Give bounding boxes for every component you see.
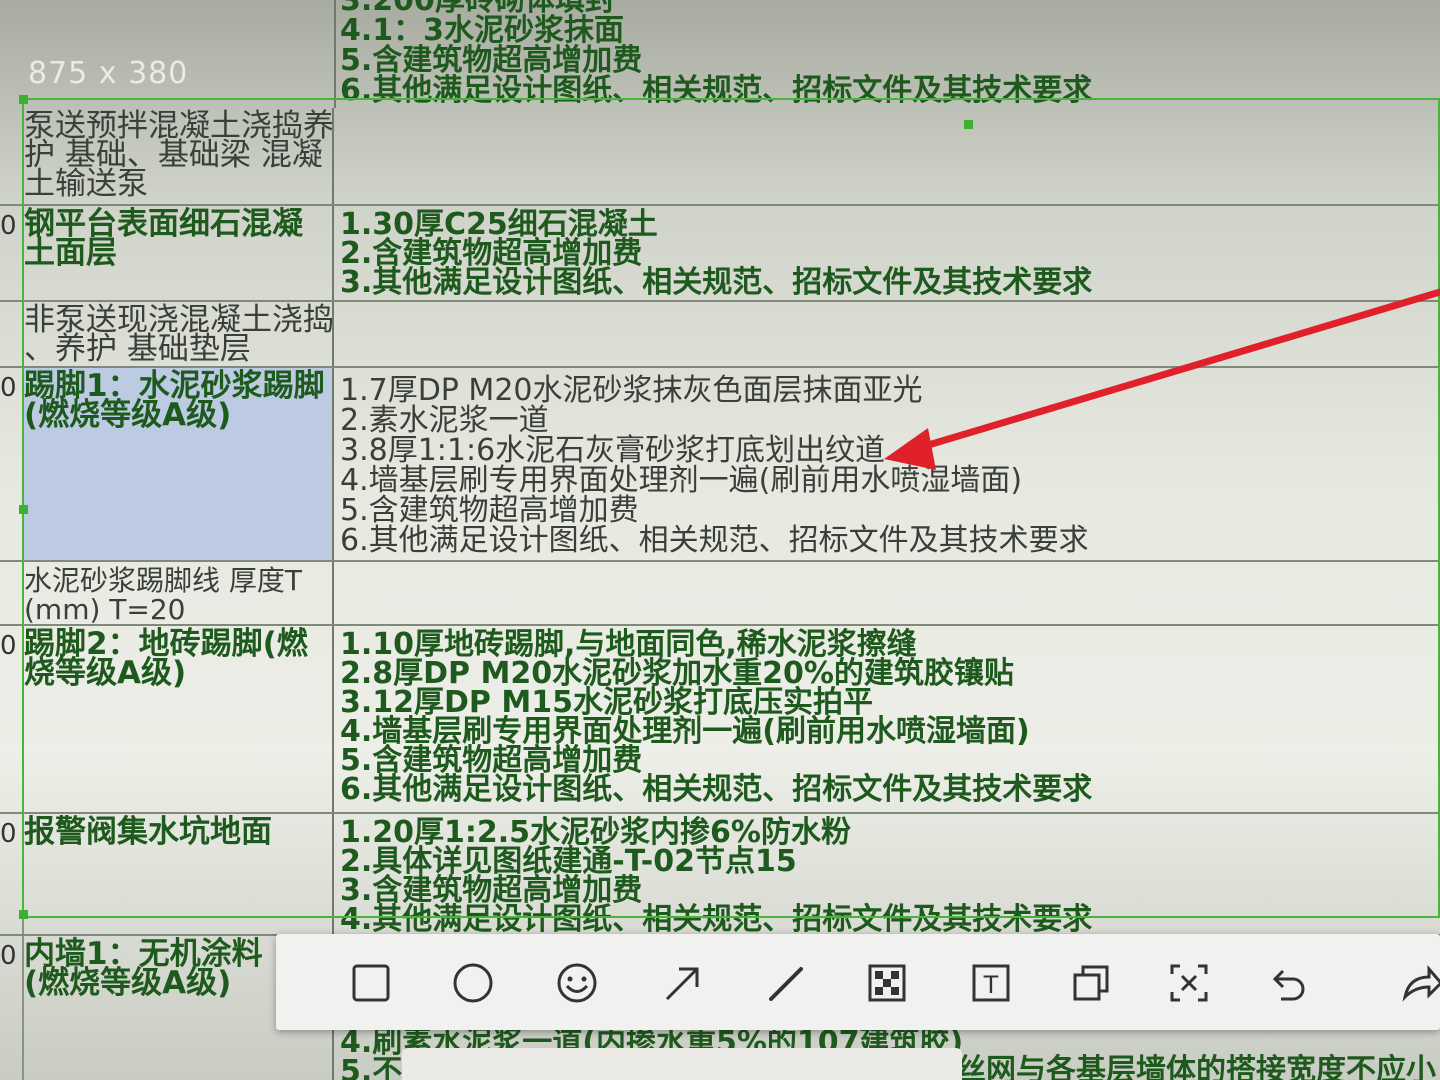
mosaic-icon[interactable] xyxy=(860,956,914,1010)
selection-size-label: 875 x 380 xyxy=(28,56,189,91)
item-name: 报警阀集水坑地面 xyxy=(24,814,272,850)
item-name: 土面层 xyxy=(24,235,117,271)
desc-line: 5.不 xyxy=(340,1054,403,1080)
emoji-icon[interactable] xyxy=(550,956,604,1010)
row-index: 0 xyxy=(0,814,24,934)
desc-line: 1.30厚C25细石混凝土 xyxy=(340,207,658,242)
row-index xyxy=(0,108,24,204)
item-name-cell[interactable]: 水泥砂浆踢脚线 厚度T (mm) T=20 xyxy=(24,562,334,624)
arrow-icon[interactable] xyxy=(656,956,710,1010)
item-name-cell[interactable]: 泵送预拌混凝土浇捣养 护 基础、基础梁 混凝 土输送泵 xyxy=(24,108,334,204)
item-name-cell[interactable]: 非泵送现浇混凝土浇捣 、养护 基础垫层 xyxy=(24,302,334,366)
desc-line: 2.素水泥浆一道 xyxy=(340,403,549,438)
desc-line: 2.含建筑物超高增加费 xyxy=(340,236,643,271)
table-row[interactable]: 0 踢脚1：水泥砂浆踢脚 (燃烧等级A级) 1.7厚DP M20水泥砂浆抹灰色面… xyxy=(0,368,1440,562)
item-name-cell[interactable]: 踢脚2：地砖踢脚(燃 烧等级A级) xyxy=(24,626,334,812)
desc-line: 2.具体详见图纸建通-T-02节点15 xyxy=(340,844,797,879)
row-index: 0 xyxy=(0,936,24,1080)
spreadsheet: 3.200厚砖砌体填封 4.1：3水泥砂浆抹面 5.含建筑物超高增加费 6.其他… xyxy=(0,0,1440,1080)
row-index: 0 xyxy=(0,368,24,560)
top-column-divider xyxy=(334,0,336,108)
top-line: 5.含建筑物超高增加费 xyxy=(340,43,643,78)
desc-line: 3.其他满足设计图纸、相关规范、招标文件及其技术要求 xyxy=(340,265,1093,300)
item-name: 土输送泵 xyxy=(24,166,148,202)
row-index xyxy=(0,562,24,624)
share-icon[interactable] xyxy=(1394,956,1440,1010)
desc-line: 丝网与各基层墙体的搭接宽度不应小于 xyxy=(956,1053,1436,1080)
desc-line: 6.其他满足设计图纸、相关规范、招标文件及其技术要求 xyxy=(340,523,1089,558)
desc-line: 6.其他满足设计图纸、相关规范、招标文件及其技术要求 xyxy=(340,772,1093,807)
rectangle-icon[interactable] xyxy=(344,956,398,1010)
svg-text:T: T xyxy=(983,971,999,999)
row-index xyxy=(0,302,24,366)
top-description: 3.200厚砖砌体填封 4.1：3水泥砂浆抹面 5.含建筑物超高增加费 6.其他… xyxy=(340,0,1092,106)
item-desc-cell[interactable]: 1.10厚地砖踢脚,与地面同色,稀水泥浆擦缝 2.8厚DP M20水泥砂浆加水重… xyxy=(336,626,1440,812)
item-name: 、养护 基础垫层 xyxy=(24,331,251,366)
item-desc-cell[interactable]: 1.20厚1:2.5水泥砂浆内掺6%防水粉 2.具体详见图纸建通-T-02节点1… xyxy=(336,814,1440,935)
table-row[interactable]: 0 报警阀集水坑地面 1.20厚1:2.5水泥砂浆内掺6%防水粉 2.具体详见图… xyxy=(0,814,1440,936)
desc-line: 2.8厚DP M20水泥砂浆加水重20%的建筑胶镶贴 xyxy=(340,656,1014,691)
desc-line: 4.墙基层刷专用界面处理剂一遍(刷前用水喷湿墙面) xyxy=(340,714,1030,749)
desc-line: 1.20厚1:2.5水泥砂浆内掺6%防水粉 xyxy=(340,815,851,850)
desc-line: 5.含建筑物超高增加费 xyxy=(340,493,639,528)
desc-line: 1.10厚地砖踢脚,与地面同色,稀水泥浆擦缝 xyxy=(340,627,917,662)
item-desc-cell[interactable]: 1.7厚DP M20水泥砂浆抹灰色面层抹面亚光 2.素水泥浆一道 3.8厚1:1… xyxy=(336,368,1440,560)
item-desc-cell[interactable] xyxy=(336,108,1440,204)
item-name-cell[interactable]: 报警阀集水坑地面 xyxy=(24,814,334,934)
item-name-cell[interactable]: 钢平台表面细石混凝 土面层 xyxy=(24,206,334,300)
secondary-toolbar xyxy=(402,1048,962,1080)
desc-line: 3.8厚1:1:6水泥石灰膏砂浆打底划出纹道 xyxy=(340,433,886,468)
ellipse-icon[interactable] xyxy=(446,956,500,1010)
item-desc-cell[interactable] xyxy=(336,302,1440,366)
desc-line: 5.含建筑物超高增加费 xyxy=(340,743,643,778)
table-row[interactable]: 水泥砂浆踢脚线 厚度T (mm) T=20 xyxy=(0,562,1440,626)
copy-icon[interactable] xyxy=(1064,956,1118,1010)
ocr-icon[interactable] xyxy=(1162,956,1216,1010)
item-name-cell-selected[interactable]: 踢脚1：水泥砂浆踢脚 (燃烧等级A级) xyxy=(24,368,334,560)
undo-icon[interactable] xyxy=(1260,956,1314,1010)
top-line: 6.其他满足设计图纸、相关规范、招标文件及其技术要求 xyxy=(340,73,1093,108)
item-name: (燃烧等级A级) xyxy=(24,397,232,433)
table-row[interactable]: 0 踢脚2：地砖踢脚(燃 烧等级A级) 1.10厚地砖踢脚,与地面同色,稀水泥浆… xyxy=(0,626,1440,814)
row-index: 0 xyxy=(0,206,24,300)
capture-toolbar: T xyxy=(276,934,1440,1030)
desc-line: 1.7厚DP M20水泥砂浆抹灰色面层抹面亚光 xyxy=(340,373,923,408)
desc-line: 4.其他满足设计图纸、相关规范、招标文件及其技术要求 xyxy=(340,902,1093,935)
row-index: 0 xyxy=(0,626,24,812)
item-name: 水泥砂浆踢脚线 厚度T xyxy=(24,564,303,597)
desc-line: 3.12厚DP M15水泥砂浆打底压实拍平 xyxy=(340,685,873,720)
item-desc-cell[interactable] xyxy=(336,562,1440,624)
item-name: (mm) T=20 xyxy=(24,593,186,624)
desc-line: 3.含建筑物超高增加费 xyxy=(340,873,643,908)
table-row[interactable]: 非泵送现浇混凝土浇捣 、养护 基础垫层 xyxy=(0,302,1440,368)
pen-icon[interactable] xyxy=(760,956,814,1010)
item-desc-cell[interactable]: 1.30厚C25细石混凝土 2.含建筑物超高增加费 3.其他满足设计图纸、相关规… xyxy=(336,206,1440,300)
item-name: 烧等级A级) xyxy=(24,655,187,691)
table-row[interactable]: 0 钢平台表面细石混凝 土面层 1.30厚C25细石混凝土 2.含建筑物超高增加… xyxy=(0,206,1440,302)
desc-line: 4.墙基层刷专用界面处理剂一遍(刷前用水喷湿墙面) xyxy=(340,463,1023,498)
table-row[interactable]: 泵送预拌混凝土浇捣养 护 基础、基础梁 混凝 土输送泵 xyxy=(0,108,1440,206)
top-line: 4.1：3水泥砂浆抹面 xyxy=(340,13,625,48)
text-icon[interactable]: T xyxy=(964,956,1018,1010)
